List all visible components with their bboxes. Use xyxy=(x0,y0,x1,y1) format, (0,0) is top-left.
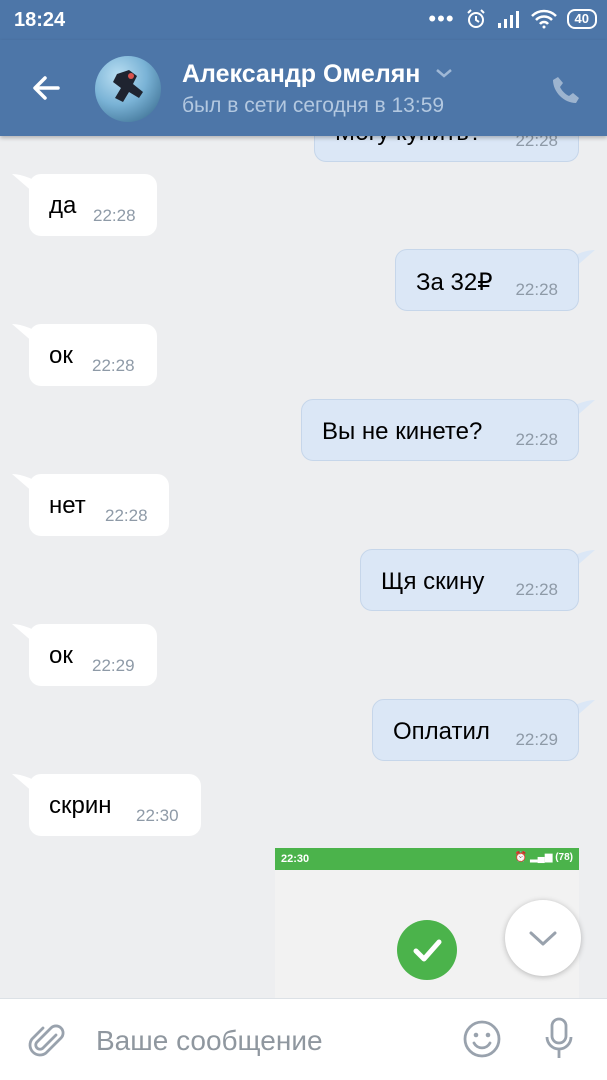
message-time: 22:28 xyxy=(93,206,136,225)
message-text: ок xyxy=(49,342,73,369)
last-seen-status: был в сети сегодня в 13:59 xyxy=(182,94,445,117)
avatar-figure-icon xyxy=(113,70,143,102)
message-text: Вы не кинете? xyxy=(322,418,483,445)
message-incoming[interactable]: ок 22:29 xyxy=(29,624,157,686)
message-outgoing[interactable]: За 32₽ 22:28 xyxy=(395,249,579,311)
message-text: Щя скину xyxy=(381,568,485,595)
message-time: 22:28 xyxy=(515,136,558,150)
chat-header: Александр Омелян был в сети сегодня в 13… xyxy=(0,40,607,136)
message-time: 22:28 xyxy=(515,580,558,599)
attachment-status-bar: 22:30 ⏰ ▂▄▆ (78) xyxy=(275,848,579,870)
message-text: За 32₽ xyxy=(416,269,493,296)
message-incoming[interactable]: да 22:28 xyxy=(29,174,157,236)
message-outgoing[interactable]: Могу купить? 22:28 xyxy=(314,136,579,162)
emoji-smile-icon[interactable] xyxy=(462,1019,502,1059)
message-time: 22:28 xyxy=(105,506,148,525)
message-time: 22:30 xyxy=(136,806,179,825)
microphone-icon[interactable] xyxy=(544,1017,574,1061)
message-time: 22:28 xyxy=(92,356,135,375)
message-text: скрин xyxy=(49,792,112,819)
message-input[interactable]: Ваше сообщение xyxy=(96,1025,323,1057)
message-outgoing[interactable]: Щя скину 22:28 xyxy=(360,549,579,611)
chevron-down-icon[interactable] xyxy=(434,66,454,80)
status-icons: ••• 40 xyxy=(428,8,597,30)
back-arrow-icon[interactable] xyxy=(28,70,64,106)
message-outgoing[interactable]: Вы не кинете? 22:28 xyxy=(301,399,579,461)
message-text: Могу купить? xyxy=(335,136,482,147)
message-time: 22:29 xyxy=(515,730,558,749)
message-incoming[interactable]: нет 22:28 xyxy=(29,474,169,536)
phone-call-icon[interactable] xyxy=(550,74,582,106)
attachment-status-time: 22:30 xyxy=(281,853,310,865)
signal-icon xyxy=(497,11,519,28)
chevron-down-icon xyxy=(529,931,557,946)
message-text: да xyxy=(49,192,77,219)
message-composer: Ваше сообщение xyxy=(0,998,607,1080)
message-text: Оплатил xyxy=(393,718,490,745)
attachment-status-icons: ⏰ ▂▄▆ (78) xyxy=(514,852,573,863)
message-text: ок xyxy=(49,642,73,669)
success-check-icon xyxy=(397,920,457,980)
battery-indicator: 40 xyxy=(566,9,597,29)
message-incoming[interactable]: скрин 22:30 xyxy=(29,774,201,836)
message-time: 22:28 xyxy=(515,280,558,299)
attach-paperclip-icon[interactable] xyxy=(28,1021,68,1061)
message-incoming[interactable]: ок 22:28 xyxy=(29,324,157,386)
alarm-icon xyxy=(466,9,485,28)
contact-name[interactable]: Александр Омелян xyxy=(182,60,420,89)
scroll-down-button[interactable] xyxy=(505,900,581,976)
message-list[interactable]: Могу купить? 22:28 да 22:28 За 32₽ 22:28… xyxy=(0,136,607,998)
message-time: 22:29 xyxy=(92,656,135,675)
message-text: нет xyxy=(49,492,86,519)
status-bar: 18:24 ••• 40 xyxy=(0,0,607,40)
more-notifications-icon: ••• xyxy=(428,6,455,31)
message-outgoing[interactable]: Оплатил 22:29 xyxy=(372,699,579,761)
avatar[interactable] xyxy=(95,56,161,122)
status-time: 18:24 xyxy=(14,9,66,31)
message-time: 22:28 xyxy=(515,430,558,449)
wifi-icon xyxy=(530,9,557,29)
